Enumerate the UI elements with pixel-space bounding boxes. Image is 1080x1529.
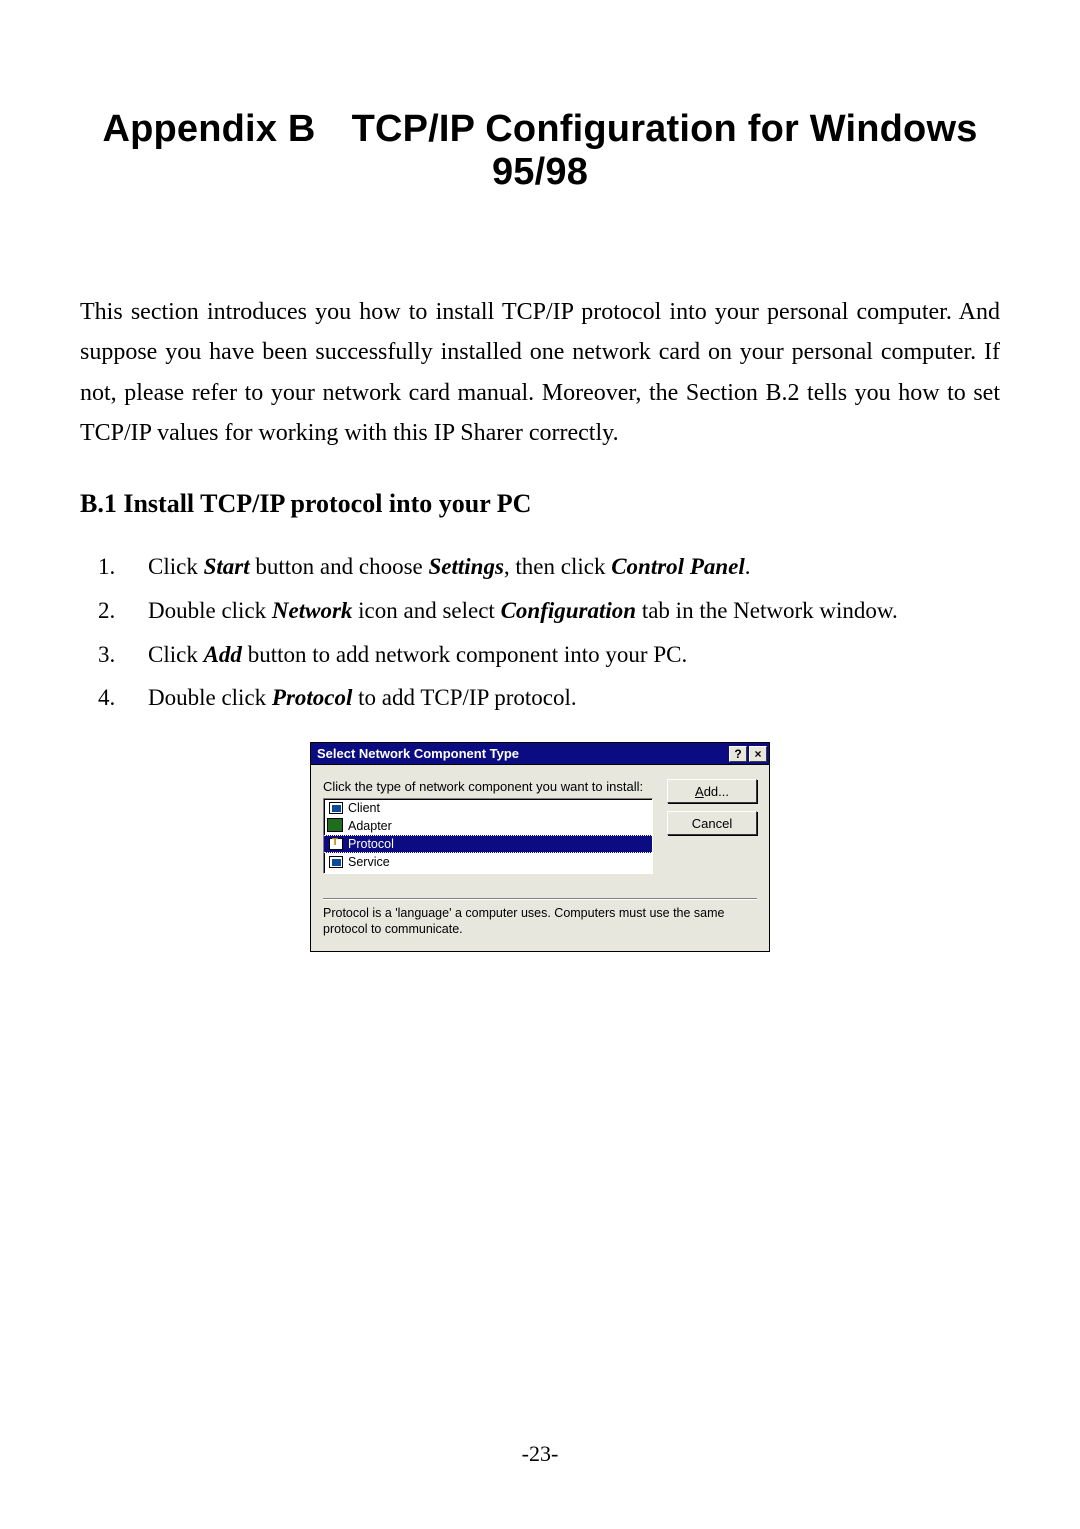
list-item-label: Client [348, 801, 380, 815]
document-page: Appendix B TCP/IP Configuration for Windo… [0, 0, 1080, 1529]
kw-start: Start [204, 554, 250, 579]
dialog-body: Click the type of network component you … [311, 765, 769, 884]
t: to add TCP/IP protocol. [352, 685, 576, 710]
t: button to add network component into you… [242, 642, 687, 667]
dialog-right: Add... Cancel [667, 779, 757, 874]
dialog-figure: Select Network Component Type ? × Click … [80, 742, 1000, 952]
page-title: Appendix B TCP/IP Configuration for Windo… [80, 108, 1000, 194]
t: button and choose [250, 554, 429, 579]
step-4: 4. Double click Protocol to add TCP/IP p… [98, 676, 1000, 720]
t: tab in the Network window. [636, 598, 898, 623]
t: Double click [148, 685, 272, 710]
section-heading: B.1 Install TCP/IP protocol into your PC [80, 489, 1000, 519]
step-text: Click Add button to add network componen… [148, 633, 687, 677]
adapter-icon [328, 819, 344, 833]
intro-paragraph: This section introduces you how to insta… [80, 292, 1000, 453]
title-part-a: Appendix B [102, 108, 315, 150]
step-3: 3. Click Add button to add network compo… [98, 633, 1000, 677]
protocol-icon [328, 837, 344, 851]
kw-configuration: Configuration [501, 598, 637, 623]
list-item-label: Service [348, 855, 390, 869]
step-number: 4. [98, 676, 122, 720]
steps-list: 1. Click Start button and choose Setting… [98, 545, 1000, 720]
add-accel: A [695, 784, 704, 799]
list-item-label: Protocol [348, 837, 394, 851]
close-button[interactable]: × [749, 746, 767, 762]
help-button[interactable]: ? [729, 746, 747, 762]
t: icon and select [352, 598, 500, 623]
step-text: Double click Protocol to add TCP/IP prot… [148, 676, 577, 720]
help-icon: ? [734, 747, 741, 761]
dialog-title: Select Network Component Type [317, 746, 519, 761]
step-number: 3. [98, 633, 122, 677]
kw-network: Network [272, 598, 353, 623]
service-icon [328, 855, 344, 869]
page-number: -23- [0, 1441, 1080, 1467]
t: Double click [148, 598, 272, 623]
t: , then click [504, 554, 611, 579]
step-number: 2. [98, 589, 122, 633]
close-icon: × [754, 747, 761, 761]
kw-add: Add [204, 642, 242, 667]
step-text: Double click Network icon and select Con… [148, 589, 898, 633]
t: Click [148, 642, 204, 667]
kw-control-panel: Control Panel [611, 554, 745, 579]
component-listbox[interactable]: Client Adapter Protocol Service [323, 798, 653, 874]
client-icon [328, 801, 344, 815]
list-item-service[interactable]: Service [324, 853, 652, 871]
dialog-instruction: Click the type of network component you … [323, 779, 653, 794]
add-rest: dd... [704, 784, 729, 799]
dialog-titlebar[interactable]: Select Network Component Type ? × [311, 743, 769, 765]
step-2: 2. Double click Network icon and select … [98, 589, 1000, 633]
dialog-description: Protocol is a 'language' a computer uses… [311, 900, 769, 951]
list-item-label: Adapter [348, 819, 392, 833]
title-part-b: TCP/IP Configuration for Windows 95/98 [352, 108, 978, 193]
list-item-client[interactable]: Client [324, 799, 652, 817]
dialog-left: Click the type of network component you … [323, 779, 653, 874]
t: Click [148, 554, 204, 579]
t: . [745, 554, 751, 579]
cancel-label: Cancel [692, 816, 732, 831]
add-button[interactable]: Add... [667, 779, 757, 803]
select-component-dialog: Select Network Component Type ? × Click … [310, 742, 770, 952]
kw-settings: Settings [428, 554, 503, 579]
kw-protocol: Protocol [272, 685, 353, 710]
step-number: 1. [98, 545, 122, 589]
list-item-protocol-selected[interactable]: Protocol [324, 835, 652, 853]
titlebar-buttons: ? × [729, 746, 767, 762]
step-1: 1. Click Start button and choose Setting… [98, 545, 1000, 589]
step-text: Click Start button and choose Settings, … [148, 545, 751, 589]
cancel-button[interactable]: Cancel [667, 811, 757, 835]
list-item-adapter[interactable]: Adapter [324, 817, 652, 835]
